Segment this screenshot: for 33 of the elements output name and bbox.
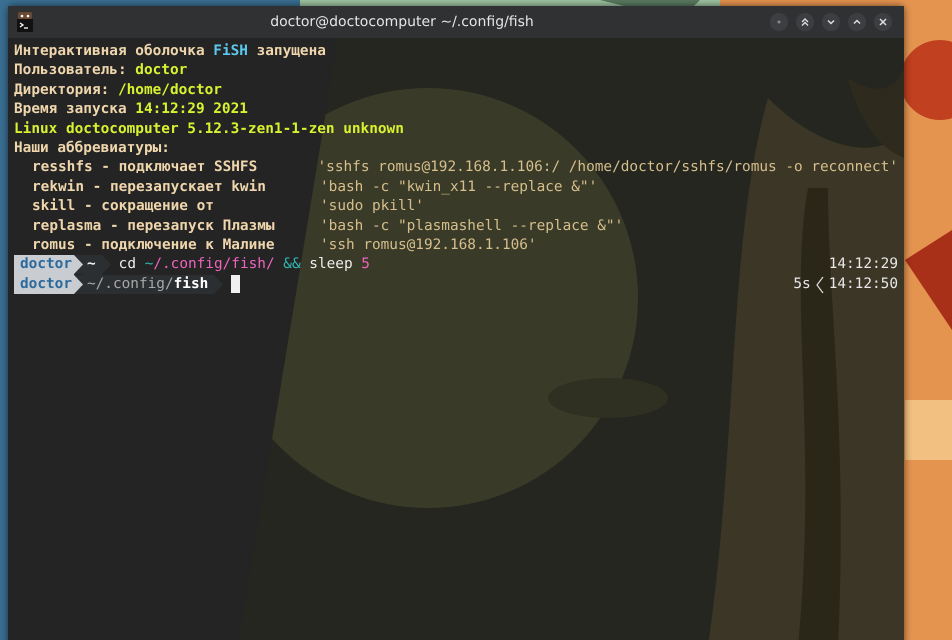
output-line: Время запуска 14:12:29 2021 — [14, 101, 248, 118]
maximize-button[interactable] — [848, 13, 866, 31]
output-line: Интерактивная оболочка FiSH запущена — [14, 43, 326, 59]
output-line: Наши аббревиатуры: — [14, 140, 170, 156]
abbreviation-name: skill - сокращение от — [32, 197, 215, 216]
abbreviation-name: resshfs - подключает SSHFS — [32, 158, 258, 178]
output-line: Директория: /home/doctor — [14, 82, 222, 98]
close-button[interactable] — [874, 13, 892, 31]
window-title: doctor@doctocomputer ~/.config/fish — [270, 14, 534, 30]
chevron-down-icon — [826, 17, 836, 27]
pin-button[interactable] — [770, 13, 788, 31]
output-line: Пользователь: doctor — [14, 62, 188, 78]
command-text: cd ~/.config/fish/ && sleep 5 — [118, 255, 370, 274]
terminal-icon[interactable] — [16, 12, 34, 32]
close-icon — [878, 17, 888, 27]
abbreviation-command: 'ssh romus@192.168.1.106' — [320, 236, 537, 256]
abbreviation-command: 'sshfs romus@192.168.1.106:/ /home/doctor/sshfs/romus -o reconnect' — [318, 158, 898, 178]
output-line: Linux doctocomputer 5.12.3-zen1-1-zen unknown — [14, 120, 404, 137]
prompt-time: 14:12:29 — [828, 255, 898, 274]
chevron-up-icon — [852, 17, 862, 27]
dot-icon — [777, 20, 781, 24]
chevron-left-icon — [814, 276, 825, 294]
abbreviation-command: 'bash -c "kwin_x11 --replace &"' — [320, 178, 598, 197]
command-duration: 5s — [793, 274, 811, 294]
abbreviation-name: romus - подключение к Малине — [32, 236, 276, 256]
abbreviation-command: 'sudo pkill' — [320, 197, 424, 216]
double-chevron-up-icon — [800, 17, 810, 27]
abbreviation-command: 'bash -c "plasmashell --replace &"' — [320, 216, 624, 236]
minimize-button[interactable] — [822, 13, 840, 31]
keep-above-button[interactable] — [796, 13, 814, 31]
prompt-time: 14:12:50 — [828, 274, 898, 294]
abbreviation-name: replasma - перезапуск Плазмы — [32, 216, 276, 236]
abbreviation-name: rekwin - перезапускает kwin — [32, 178, 267, 197]
